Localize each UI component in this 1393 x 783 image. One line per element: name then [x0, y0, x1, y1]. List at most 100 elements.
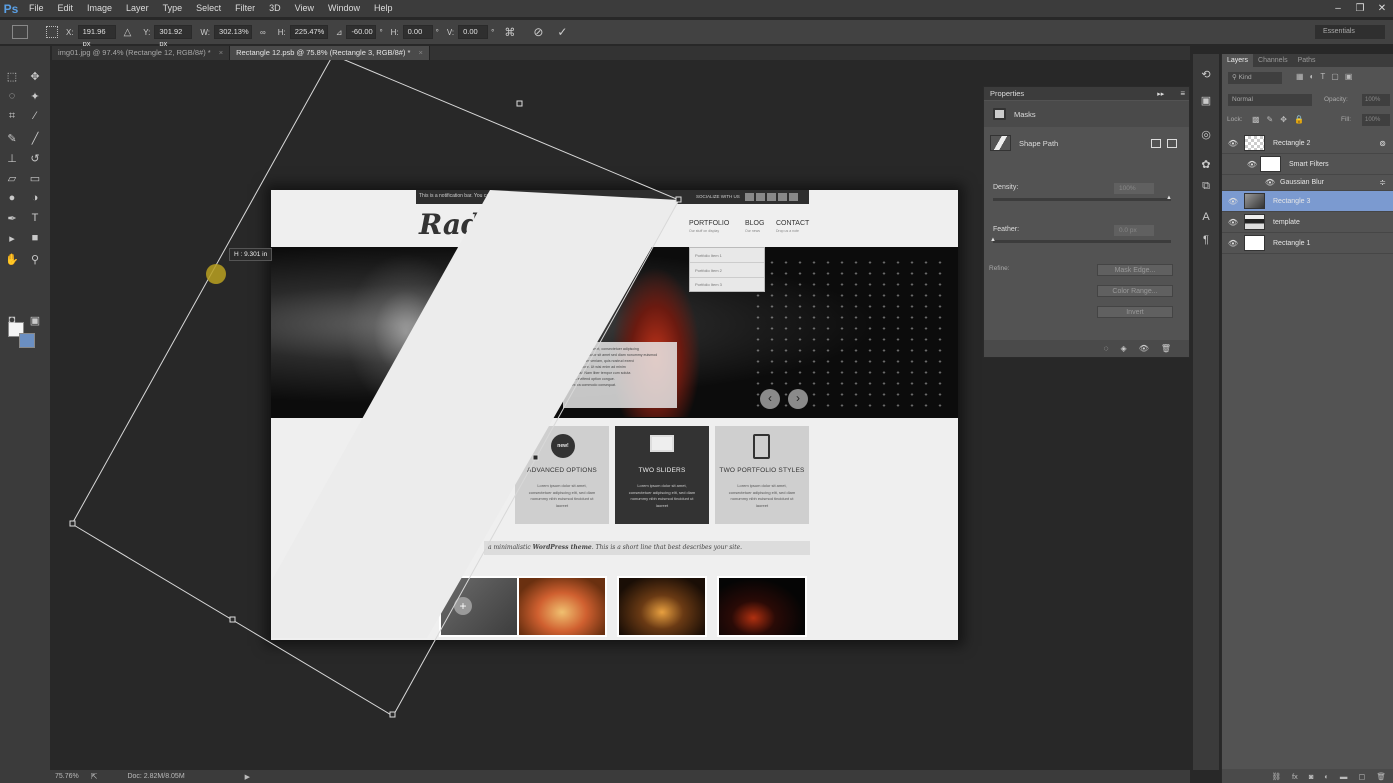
tab-layers[interactable]: Layers [1222, 54, 1254, 67]
status-menu-icon[interactable]: ▶ [245, 773, 250, 781]
commit-transform-icon[interactable]: ✓ [557, 25, 567, 39]
add-mask-icon[interactable]: ◙ [1309, 772, 1314, 781]
filter-kind[interactable]: ⚲ Kind [1228, 72, 1282, 84]
transform-handle[interactable] [516, 100, 523, 107]
density-handle-icon[interactable]: ▲ [1166, 195, 1172, 201]
filter-options-icon[interactable]: ≑ [1379, 178, 1386, 187]
restore-button[interactable]: ❐ [1349, 0, 1371, 17]
dodge-tool-icon[interactable]: ◑ [27, 190, 43, 206]
crop-tool-icon[interactable]: ⌗ [4, 108, 20, 124]
apply-mask-icon[interactable]: ◈ [1121, 344, 1127, 353]
screen-mode-icon[interactable]: ▣ [27, 312, 43, 328]
menu-file[interactable]: File [22, 0, 51, 17]
export-icon[interactable]: ⇱ [91, 772, 98, 781]
shape-rectangle-3[interactable] [272, 190, 679, 638]
pen-tool-icon[interactable]: ✒ [4, 210, 20, 226]
eye-icon[interactable]: 👁 [1222, 197, 1244, 206]
height-field[interactable]: 225.47% [289, 25, 328, 39]
layer-rectangle-3[interactable]: 👁 Rectangle 3 [1222, 191, 1393, 212]
fx-icon[interactable]: fx [1292, 772, 1298, 781]
opacity-field[interactable]: 100% [1362, 94, 1390, 106]
gradient-icon[interactable]: ▭ [27, 170, 43, 186]
layer-gaussian-blur[interactable]: 👁 Gaussian Blur ≑ [1222, 175, 1393, 191]
menu-image[interactable]: Image [80, 0, 119, 17]
feather-slider[interactable] [993, 240, 1171, 243]
minimize-button[interactable]: – [1327, 0, 1349, 17]
v-skew-field[interactable]: 0.00 [458, 25, 489, 39]
properties-panel-icon[interactable]: ▣ [1198, 92, 1214, 108]
feather-handle-icon[interactable]: ▲ [990, 237, 996, 243]
close-tab-icon[interactable]: × [418, 48, 422, 57]
rectangle-tool-icon[interactable]: ■ [27, 230, 43, 246]
eyedropper-icon[interactable]: ⁄ [27, 108, 43, 124]
hand-tool-icon[interactable]: ✋ [4, 251, 20, 267]
transform-handle[interactable] [69, 520, 76, 527]
y-field[interactable]: 301.92 px [154, 25, 193, 48]
mask-edge-button[interactable]: Mask Edge... [1097, 264, 1173, 276]
menu-layer[interactable]: Layer [119, 0, 156, 17]
menu-window[interactable]: Window [321, 0, 367, 17]
marquee-tool-icon[interactable]: ⬚ [4, 68, 20, 84]
layer-rectangle-2[interactable]: 👁 Rectangle 2 ⊚ [1222, 133, 1393, 154]
blur-tool-icon[interactable]: ● [4, 190, 20, 206]
transform-handle[interactable] [389, 711, 396, 718]
link-icon[interactable]: ∞ [260, 28, 266, 37]
background-color-swatch[interactable] [19, 333, 35, 348]
tab-img01[interactable]: img01.jpg @ 97.4% (Rectangle 12, RGB/8#)… [52, 46, 231, 60]
close-tab-icon[interactable]: × [219, 48, 223, 57]
menu-type[interactable]: Type [156, 0, 190, 17]
adjustment-layer-icon[interactable]: ◐ [1324, 772, 1329, 781]
fill-field[interactable]: 100% [1362, 114, 1390, 126]
angle-field[interactable]: -60.00 [346, 25, 377, 39]
eye-icon[interactable]: 👁 [1222, 218, 1244, 227]
move-tool-icon[interactable]: ✥ [27, 68, 43, 84]
brush-panel-icon[interactable]: ✿ [1198, 156, 1214, 172]
type-tool-icon[interactable]: T [27, 210, 43, 226]
clone-stamp-icon[interactable]: ⊥ [4, 150, 20, 166]
layer-smart-filters[interactable]: 👁 Smart Filters [1222, 154, 1393, 175]
tab-rectangle-12[interactable]: Rectangle 12.psb @ 75.8% (Rectangle 3, R… [230, 46, 430, 60]
invert-button[interactable]: Invert [1097, 306, 1173, 318]
menu-help[interactable]: Help [367, 0, 400, 17]
layer-template[interactable]: 👁 template [1222, 212, 1393, 233]
cancel-transform-icon[interactable]: ⊘ [533, 25, 543, 39]
transform-handle[interactable] [229, 616, 236, 623]
eye-icon[interactable]: 👁 [1222, 239, 1244, 248]
eraser-icon[interactable]: ▱ [4, 170, 20, 186]
lasso-tool-icon[interactable]: ◌ [4, 88, 20, 104]
x-field[interactable]: 191.96 px [77, 25, 116, 48]
close-button[interactable]: ✕ [1371, 0, 1393, 17]
tab-paths[interactable]: Paths [1293, 54, 1321, 67]
paragraph-panel-icon[interactable]: ¶ [1198, 232, 1214, 248]
healing-brush-icon[interactable]: ✎ [4, 130, 20, 146]
h-skew-field[interactable]: 0.00 [402, 25, 433, 39]
visibility-icon[interactable]: 👁 [1139, 344, 1149, 353]
zoom-tool-icon[interactable]: ⚲ [27, 251, 43, 267]
path-selection-icon[interactable]: ▸ [4, 230, 20, 246]
load-selection-icon[interactable]: ◌ [1104, 344, 1109, 353]
transform-handle[interactable] [675, 196, 682, 203]
history-panel-icon[interactable]: ⟲ [1198, 66, 1214, 82]
brush-tool-icon[interactable]: ╱ [27, 130, 43, 146]
eye-icon[interactable]: 👁 [1222, 139, 1244, 148]
quick-mask-icon[interactable]: ◘ [4, 312, 20, 328]
delete-layer-icon[interactable]: 🗑 [1376, 772, 1386, 781]
tab-channels[interactable]: Channels [1253, 54, 1293, 67]
new-layer-icon[interactable]: ▢ [1358, 772, 1365, 781]
reference-point-icon[interactable] [46, 26, 58, 38]
add-vector-mask-icon[interactable] [1167, 138, 1177, 148]
lock-icons[interactable]: ▩✎✥🔒 [1252, 115, 1311, 124]
color-range-button[interactable]: Color Range... [1097, 285, 1173, 297]
warp-icon[interactable]: ⌘ [504, 26, 515, 39]
new-group-icon[interactable]: ▬ [1340, 772, 1348, 781]
link-layers-icon[interactable]: ⛓ [1271, 772, 1281, 781]
delta-icon[interactable]: △ [124, 27, 132, 38]
panel-menu-icon[interactable]: ≡ [1180, 89, 1185, 98]
transform-handle[interactable] [532, 454, 539, 461]
feather-field[interactable]: 0.0 px [1114, 225, 1154, 236]
delete-mask-icon[interactable]: 🗑 [1161, 344, 1171, 353]
menu-filter[interactable]: Filter [228, 0, 262, 17]
eye-icon[interactable]: 👁 [1264, 178, 1276, 187]
density-slider[interactable] [993, 198, 1171, 201]
transform-tool-icon[interactable] [12, 25, 28, 39]
